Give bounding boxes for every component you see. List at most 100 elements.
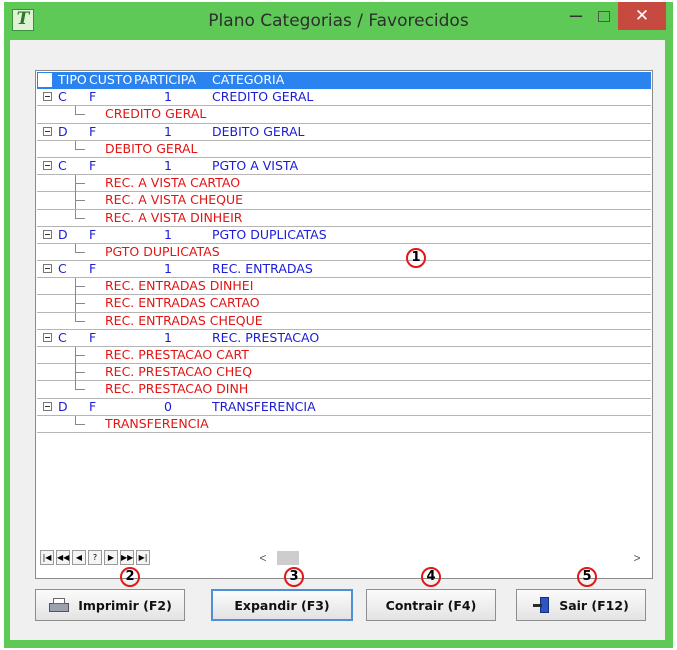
- collapse-toggle-icon[interactable]: [43, 332, 52, 342]
- cell-favorecido: REC. ENTRADAS DINHEI: [105, 278, 254, 294]
- tree-connector-icon: [75, 278, 85, 296]
- tree-connector-icon: [75, 192, 85, 210]
- cell-categoria: CREDITO GERAL: [212, 89, 314, 105]
- cell-favorecido: REC. PRESTACAO DINH: [105, 381, 249, 397]
- callout-marker-2: 2: [120, 567, 140, 587]
- category-group-row[interactable]: C F 1 REC. PRESTACAO: [37, 330, 651, 347]
- category-group-row[interactable]: D F 1 PGTO DUPLICATAS: [37, 227, 651, 244]
- scroll-right-button[interactable]: >: [629, 550, 645, 566]
- last-record-button[interactable]: ▶|: [136, 550, 150, 565]
- scroll-left-button[interactable]: <: [255, 550, 271, 566]
- collapse-button[interactable]: Contrair (F4): [366, 589, 496, 621]
- favorecido-row[interactable]: REC. PRESTACAO CART: [37, 347, 651, 365]
- horizontal-scrollbar[interactable]: < >: [255, 550, 645, 566]
- favorecido-row[interactable]: REC. ENTRADAS CARTAO: [37, 295, 651, 313]
- expand-button-label: Expandir (F3): [234, 597, 330, 613]
- cell-participa: 1: [164, 157, 172, 173]
- cell-favorecido: REC. A VISTA CHEQUE: [105, 192, 244, 208]
- favorecido-row[interactable]: TRANSFERENCIA: [37, 415, 651, 433]
- cell-favorecido: REC. PRESTACAO CHEQ: [105, 364, 253, 380]
- scroll-thumb[interactable]: [277, 551, 299, 565]
- tree-connector-icon: [75, 295, 85, 313]
- callout-marker-1: 1: [406, 248, 426, 268]
- window-client-area: TIPO CUSTO PARTICIPA CATEGORIA C F 1 CREDIT…: [10, 40, 665, 640]
- column-header-categoria[interactable]: CATEGORIA: [212, 72, 284, 88]
- next-page-button[interactable]: ▶▶: [120, 550, 134, 565]
- favorecido-row[interactable]: REC. A VISTA DINHEIR: [37, 209, 651, 227]
- cell-tipo: D: [58, 123, 68, 139]
- grid-header-row[interactable]: TIPO CUSTO PARTICIPA CATEGORIA: [37, 72, 651, 90]
- category-group-row[interactable]: D F 1 DEBITO GERAL: [37, 124, 651, 141]
- print-button-label: Imprimir (F2): [78, 597, 172, 613]
- favorecido-row[interactable]: REC. PRESTACAO DINH: [37, 381, 651, 399]
- cell-favorecido: TRANSFERENCIA: [105, 415, 209, 431]
- record-navigator: |◀ ◀◀ ◀? ▶ ▶▶ ▶|: [40, 550, 152, 566]
- exit-button-label: Sair (F12): [559, 597, 629, 613]
- cell-favorecido: CREDITO GERAL: [105, 106, 207, 122]
- favorecido-row[interactable]: PGTO DUPLICATAS: [37, 243, 651, 262]
- cell-custo: F: [89, 398, 97, 414]
- category-group-row[interactable]: C F 1 CREDITO GERAL: [37, 89, 651, 107]
- header-select-cell[interactable]: [38, 73, 52, 87]
- cell-participa: 1: [164, 226, 172, 242]
- collapse-toggle-icon[interactable]: [43, 229, 52, 239]
- cell-categoria: TRANSFERENCIA: [212, 398, 316, 414]
- expand-button[interactable]: Expandir (F3): [211, 589, 353, 621]
- cell-categoria: PGTO DUPLICATAS: [212, 226, 327, 242]
- tree-connector-icon: [75, 381, 85, 391]
- close-button[interactable]: ✕: [618, 2, 666, 30]
- tree-connector-icon: [75, 175, 85, 193]
- cell-favorecido: REC. A VISTA CARTAO: [105, 175, 241, 191]
- next-record-button[interactable]: ▶: [104, 550, 118, 565]
- category-group-row[interactable]: C F 1 REC. ENTRADAS: [37, 261, 651, 279]
- cell-custo: F: [89, 226, 97, 242]
- cell-favorecido: REC. A VISTA DINHEIR: [105, 209, 243, 225]
- favorecido-row[interactable]: REC. ENTRADAS DINHEI: [37, 278, 651, 296]
- title-bar[interactable]: T Plano Categorias / Favorecidos – ✕: [4, 2, 673, 40]
- grid-rows: TIPO CUSTO PARTICIPA CATEGORIA C F 1 CREDIT…: [37, 72, 651, 433]
- tree-connector-icon: [75, 106, 85, 116]
- cell-participa: 0: [164, 398, 172, 414]
- exit-button[interactable]: Sair (F12): [516, 589, 646, 621]
- collapse-toggle-icon[interactable]: [43, 160, 52, 170]
- cell-tipo: C: [58, 89, 67, 105]
- collapse-toggle-icon[interactable]: [43, 264, 52, 274]
- main-window: T Plano Categorias / Favorecidos – ✕ TIP…: [4, 2, 673, 648]
- column-header-participa[interactable]: PARTICIPA: [134, 72, 196, 88]
- collapse-toggle-icon[interactable]: [43, 126, 52, 136]
- favorecido-row[interactable]: REC. A VISTA CARTAO: [37, 175, 651, 193]
- printer-icon: [48, 597, 70, 613]
- tree-connector-icon: [75, 312, 85, 322]
- favorecido-row[interactable]: CREDITO GERAL: [37, 106, 651, 124]
- favorecido-row[interactable]: REC. ENTRADAS CHEQUE: [37, 312, 651, 330]
- column-header-custo[interactable]: CUSTO: [89, 72, 132, 88]
- cell-participa: 1: [164, 89, 172, 105]
- tree-connector-icon: [75, 364, 85, 382]
- cell-tipo: D: [58, 226, 68, 242]
- cell-custo: F: [89, 157, 97, 173]
- category-tree-grid[interactable]: TIPO CUSTO PARTICIPA CATEGORIA C F 1 CREDIT…: [35, 70, 653, 579]
- print-button[interactable]: Imprimir (F2): [35, 589, 185, 621]
- collapse-toggle-icon[interactable]: [43, 92, 52, 102]
- favorecido-row[interactable]: DEBITO GERAL: [37, 140, 651, 158]
- favorecido-row[interactable]: REC. PRESTACAO CHEQ: [37, 364, 651, 382]
- first-record-button[interactable]: |◀: [40, 550, 54, 565]
- cell-custo: F: [89, 89, 97, 105]
- tree-connector-icon: [75, 415, 85, 425]
- help-button[interactable]: ?: [88, 550, 102, 565]
- cell-categoria: DEBITO GERAL: [212, 123, 305, 139]
- collapse-toggle-icon[interactable]: [43, 401, 52, 411]
- prior-page-button[interactable]: ◀◀: [56, 550, 70, 565]
- cell-tipo: D: [58, 398, 68, 414]
- maximize-button[interactable]: [594, 6, 614, 28]
- cell-tipo: C: [58, 261, 67, 277]
- minimize-button[interactable]: –: [568, 4, 584, 28]
- cell-custo: F: [89, 329, 97, 345]
- prior-record-button[interactable]: ◀: [72, 550, 86, 565]
- favorecido-row[interactable]: REC. A VISTA CHEQUE: [37, 192, 651, 210]
- cell-participa: 1: [164, 123, 172, 139]
- category-group-row[interactable]: C F 1 PGTO A VISTA: [37, 157, 651, 176]
- column-header-tipo[interactable]: TIPO: [58, 72, 87, 88]
- category-group-row[interactable]: D F 0 TRANSFERENCIA: [37, 399, 651, 416]
- cell-tipo: C: [58, 329, 67, 345]
